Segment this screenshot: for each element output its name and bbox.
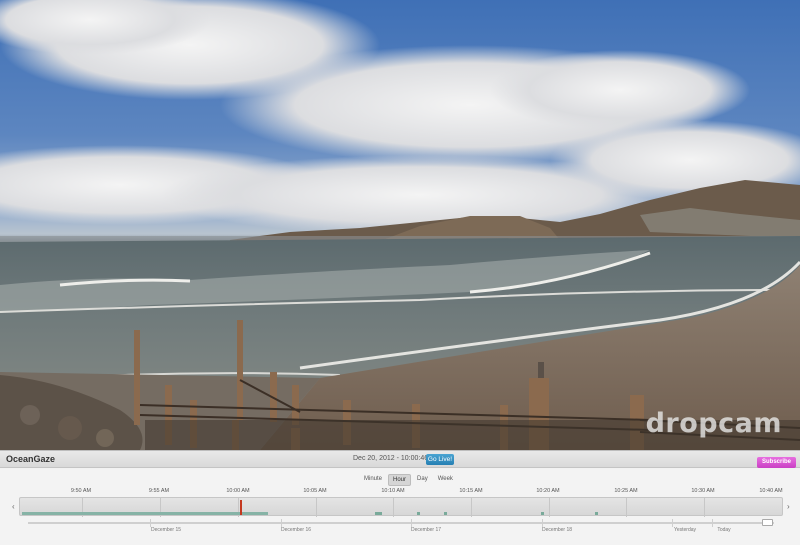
day-label[interactable]: December 17 [411, 527, 441, 533]
timeline-tick [704, 498, 705, 517]
camera-info-bar: OceanGaze Dec 20, 2012 - 10:00:46 AM Go … [0, 450, 800, 468]
zoom-hour[interactable]: Hour [388, 474, 412, 486]
timeline-tick [316, 498, 317, 517]
time-label: 10:15 AM [459, 488, 483, 494]
day-scrubber-track[interactable] [28, 522, 774, 524]
time-label: 10:25 AM [614, 488, 638, 494]
day-labels: December 15 December 16 December 17 Dece… [0, 527, 800, 535]
zoom-minute[interactable]: Minute [360, 474, 386, 486]
time-labels: 9:50 AM 9:55 AM 10:00 AM 10:05 AM 10:10 … [0, 488, 800, 496]
time-label: 10:05 AM [303, 488, 327, 494]
chevron-left-icon[interactable]: ‹ [12, 502, 15, 511]
day-separator [712, 519, 713, 527]
day-separator [672, 519, 673, 527]
recording-segment[interactable] [417, 512, 420, 515]
day-label[interactable]: Today [717, 527, 730, 533]
dropcam-watermark: dropcam [645, 408, 782, 439]
timeline-track[interactable] [19, 497, 783, 517]
time-label: 10:40 AM [759, 488, 783, 494]
time-label: 9:55 AM [148, 488, 170, 494]
beach-scene [0, 0, 800, 450]
subscribe-button[interactable]: Subscribe [757, 457, 796, 468]
time-label: 10:20 AM [536, 488, 560, 494]
day-scrubber-handle[interactable] [762, 519, 773, 526]
chevron-right-icon[interactable]: › [787, 502, 790, 511]
zoom-week[interactable]: Week [434, 474, 457, 486]
recording-segment[interactable] [22, 512, 268, 515]
camera-view: dropcam [0, 0, 800, 450]
recording-segment[interactable] [595, 512, 598, 515]
go-live-button[interactable]: Go Live! [426, 454, 454, 465]
day-separator [150, 519, 151, 527]
day-label[interactable]: December 16 [281, 527, 311, 533]
zoom-selector: Minute Hour Day Week [360, 474, 457, 486]
timeline-panel: Minute Hour Day Week 9:50 AM 9:55 AM 10:… [0, 469, 800, 545]
camera-name: OceanGaze [6, 454, 56, 464]
recording-segment[interactable] [541, 512, 544, 515]
timeline-tick [549, 498, 550, 517]
day-label[interactable]: Yesterday [674, 527, 696, 533]
time-label: 10:00 AM [226, 488, 250, 494]
day-separator [542, 519, 543, 527]
recording-segment[interactable] [444, 512, 447, 515]
day-separator [281, 519, 282, 527]
day-label[interactable]: December 18 [542, 527, 572, 533]
timeline-tick [393, 498, 394, 517]
timeline-tick [626, 498, 627, 517]
day-separator [411, 519, 412, 527]
playhead-marker[interactable] [240, 500, 242, 515]
time-label: 10:10 AM [381, 488, 405, 494]
time-label: 9:50 AM [70, 488, 92, 494]
timeline-tick [471, 498, 472, 517]
time-label: 10:30 AM [691, 488, 715, 494]
day-label[interactable]: December 15 [151, 527, 181, 533]
zoom-day[interactable]: Day [413, 474, 432, 486]
recording-segment[interactable] [375, 512, 382, 515]
